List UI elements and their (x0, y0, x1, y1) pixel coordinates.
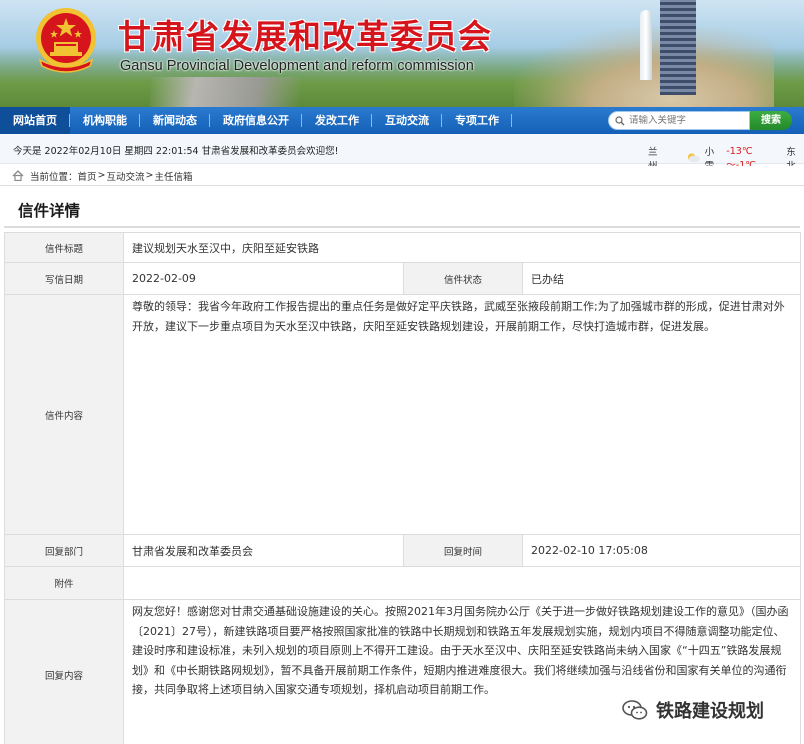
table-row: 信件内容 尊敬的领导：我省今年政府工作报告提出的重点任务是做好定平庆铁路，武威至… (4, 294, 801, 535)
search-box (608, 111, 750, 130)
watermark-text: 铁路建设规划 (656, 701, 764, 722)
nav-reform-work[interactable]: 发改工作 (302, 107, 372, 134)
nav-organization[interactable]: 机构职能 (70, 107, 140, 134)
attachment-label: 附件 (4, 566, 124, 600)
attachment-value[interactable] (123, 566, 801, 600)
nav-interaction[interactable]: 互动交流 (372, 107, 442, 134)
search-icon (615, 115, 625, 125)
banner-launch-tower (660, 0, 696, 95)
nav-news[interactable]: 新闻动态 (140, 107, 210, 134)
content-label: 信件内容 (4, 294, 124, 535)
table-row: 附件 (4, 566, 801, 600)
main-navigation: 网站首页 机构职能 新闻动态 政府信息公开 发改工作 互动交流 专项工作 搜索 (0, 107, 804, 134)
national-emblem-icon (36, 8, 96, 73)
nav-special-work[interactable]: 专项工作 (442, 107, 512, 134)
reply-time-value: 2022-02-10 17:05:08 (522, 534, 801, 567)
breadcrumb-interaction[interactable]: 互动交流 (107, 169, 145, 183)
search-button[interactable]: 搜索 (750, 111, 792, 130)
banner-rocket (640, 10, 652, 80)
subject-value: 建议规划天水至汉中，庆阳至延安铁路 (123, 232, 801, 263)
table-row: 回复部门 甘肃省发展和改革委员会 回复时间 2022-02-10 17:05:0… (4, 534, 801, 567)
status-value: 已办结 (522, 262, 801, 295)
breadcrumb-director-mailbox[interactable]: 主任信箱 (154, 169, 192, 183)
date-value: 2022-02-09 (123, 262, 404, 295)
nav-home[interactable]: 网站首页 (0, 107, 70, 134)
reply-dept-label: 回复部门 (4, 534, 124, 567)
watermark: 铁路建设规划 (622, 697, 764, 723)
reply-content-label: 回复内容 (4, 599, 124, 744)
nav-gov-info[interactable]: 政府信息公开 (210, 107, 302, 134)
banner-road (150, 77, 300, 107)
table-row: 信件标题 建议规划天水至汉中，庆阳至延安铁路 (4, 232, 801, 263)
subject-label: 信件标题 (4, 232, 124, 263)
page-title: 信件详情 (4, 196, 800, 228)
content-value: 尊敬的领导：我省今年政府工作报告提出的重点任务是做好定平庆铁路，武威至张掖段前期… (123, 294, 801, 535)
status-label: 信件状态 (403, 262, 523, 295)
breadcrumb: 当前位置： 首页 > 互动交流 > 主任信箱 (0, 166, 804, 186)
letter-detail-table: 信件标题 建议规划天水至汉中，庆阳至延安铁路 写信日期 2022-02-09 信… (4, 232, 801, 744)
header-banner: 甘肃省发展和改革委员会 Gansu Provincial Development… (0, 0, 804, 107)
date-label: 写信日期 (4, 262, 124, 295)
site-title: 甘肃省发展和改革委员会 (118, 17, 492, 56)
breadcrumb-home[interactable]: 首页 (78, 169, 97, 183)
search-bar: 搜索 (608, 110, 798, 131)
table-row: 写信日期 2022-02-09 信件状态 已办结 (4, 262, 801, 295)
wechat-icon (622, 700, 648, 720)
breadcrumb-label: 当前位置： (30, 171, 78, 183)
home-icon (12, 170, 24, 181)
site-subtitle: Gansu Provincial Development and reform … (120, 58, 474, 74)
reply-dept-value: 甘肃省发展和改革委员会 (123, 534, 404, 567)
reply-time-label: 回复时间 (403, 534, 523, 567)
info-bar: 今天是 2022年02月10日 星期四 22:01:54 甘肃省发展和改革委员会… (0, 134, 804, 172)
snow-cloud-icon (687, 153, 700, 163)
search-input[interactable] (629, 115, 739, 126)
date-welcome-text: 今天是 2022年02月10日 星期四 22:01:54 甘肃省发展和改革委员会… (13, 146, 339, 157)
